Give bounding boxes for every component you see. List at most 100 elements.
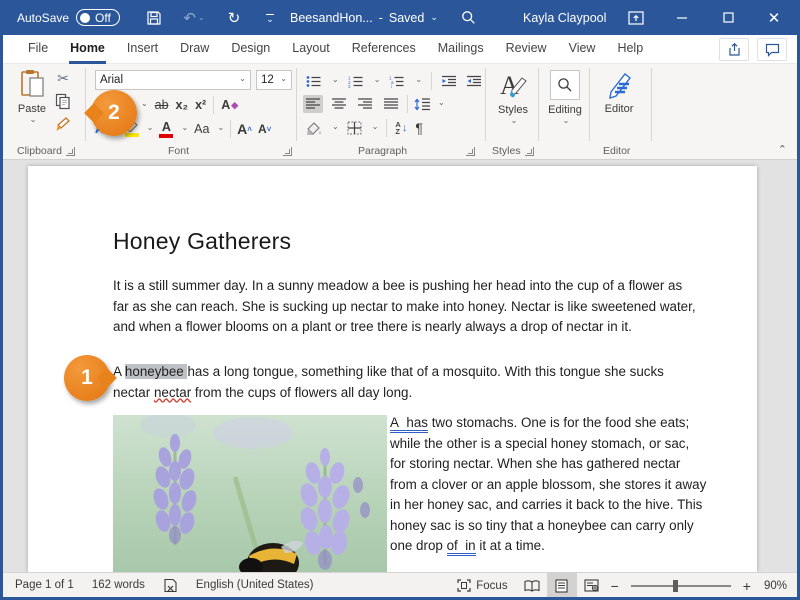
ribbon-display-options-icon[interactable]	[613, 0, 659, 35]
font-name-select[interactable]: Arial	[95, 70, 251, 90]
copy-icon[interactable]	[55, 93, 71, 110]
clipboard-group-label: Clipboard	[17, 145, 62, 157]
grammar-error-text-1[interactable]: A has	[390, 415, 428, 433]
focus-button[interactable]: Focus	[448, 573, 516, 598]
borders-button[interactable]	[347, 121, 362, 135]
read-mode-button[interactable]	[517, 573, 547, 598]
tab-insert[interactable]: Insert	[116, 35, 169, 64]
line-spacing-button[interactable]	[414, 98, 430, 111]
font-dialog-launcher[interactable]	[283, 147, 292, 156]
close-button[interactable]: ✕	[751, 0, 797, 35]
lavender-bee-photo[interactable]	[113, 415, 387, 572]
tab-design[interactable]: Design	[220, 35, 281, 64]
numbering-button[interactable]: 123	[348, 75, 363, 88]
font-size-chevron-icon	[278, 74, 287, 86]
highlight-chevron-icon[interactable]	[145, 123, 154, 135]
increase-indent-button[interactable]	[466, 75, 482, 87]
zoom-slider-thumb[interactable]	[673, 580, 678, 592]
justify-button[interactable]	[381, 95, 401, 113]
borders-chevron-icon[interactable]	[370, 122, 379, 134]
comments-button[interactable]	[757, 38, 787, 61]
align-right-button[interactable]	[355, 95, 375, 113]
font-color-chevron-icon[interactable]	[179, 123, 188, 135]
tab-layout[interactable]: Layout	[281, 35, 341, 64]
zoom-level[interactable]: 90%	[755, 573, 791, 598]
paste-button[interactable]: Paste	[12, 69, 52, 145]
font-size-select[interactable]: 12	[256, 70, 292, 90]
title-bar: AutoSave Off ↶⌄ ↻ ⌄ BeesandHon... - Save…	[3, 0, 797, 35]
group-divider	[85, 68, 86, 141]
user-name[interactable]: Kayla Claypool	[523, 11, 606, 25]
numbering-chevron-icon[interactable]	[372, 75, 381, 87]
change-case-chevron-icon[interactable]	[215, 123, 224, 135]
bullets-chevron-icon[interactable]	[330, 75, 339, 87]
tab-references[interactable]: References	[341, 35, 427, 64]
align-center-button[interactable]	[329, 95, 349, 113]
document-page[interactable]: Honey Gatherers It is a still summer day…	[28, 166, 757, 572]
customize-toolbar-icon[interactable]: ⌄	[257, 0, 283, 35]
grammar-error-text-2[interactable]: of in	[447, 538, 476, 556]
maximize-button[interactable]	[705, 0, 751, 35]
clipboard-dialog-launcher[interactable]	[66, 147, 75, 156]
paragraph-dialog-launcher[interactable]	[466, 147, 475, 156]
language-indicator[interactable]: English (United States)	[187, 573, 323, 598]
strikethrough-button[interactable]: ab	[155, 98, 169, 112]
proofing-errors-icon[interactable]	[154, 573, 187, 598]
shading-chevron-icon[interactable]	[330, 122, 339, 134]
styles-button[interactable]: A Styles	[491, 70, 535, 128]
document-title[interactable]: BeesandHon... - Saved ⌄	[290, 0, 438, 35]
zoom-out-button[interactable]: −	[607, 578, 623, 594]
collapse-ribbon-icon[interactable]: ⌃	[778, 143, 787, 156]
zoom-slider[interactable]	[631, 585, 731, 587]
line-spacing-chevron-icon[interactable]	[436, 98, 445, 110]
word-count[interactable]: 162 words	[83, 573, 154, 598]
undo-icon[interactable]: ↶⌄	[177, 0, 211, 35]
tab-review[interactable]: Review	[495, 35, 558, 64]
tab-mailings[interactable]: Mailings	[427, 35, 495, 64]
bullets-button[interactable]	[306, 75, 321, 88]
autosave-label: AutoSave	[17, 11, 69, 25]
font-color-button[interactable]: A	[159, 121, 173, 138]
autosave-toggle[interactable]: Off	[76, 9, 120, 26]
ribbon-tab-bar: File Home Insert Draw Design Layout Refe…	[3, 35, 797, 64]
grow-font-button[interactable]: A˄	[237, 121, 252, 137]
print-layout-button[interactable]	[547, 573, 577, 598]
subscript-button[interactable]: x₂	[176, 98, 189, 112]
tab-draw[interactable]: Draw	[169, 35, 220, 64]
search-icon[interactable]	[455, 0, 481, 35]
tab-help[interactable]: Help	[606, 35, 654, 64]
editing-button[interactable]: Editing	[544, 70, 586, 128]
document-heading: Honey Gatherers	[113, 228, 291, 255]
decrease-indent-button[interactable]	[441, 75, 457, 87]
styles-dialog-launcher[interactable]	[525, 147, 534, 156]
redo-icon[interactable]: ↻	[221, 0, 247, 35]
tab-file[interactable]: File	[17, 35, 59, 64]
spelling-error-text[interactable]: nectar	[154, 385, 191, 400]
multilevel-list-button[interactable]: 1ai	[389, 75, 404, 88]
show-hide-pilcrow-button[interactable]: ¶	[415, 120, 423, 136]
zoom-in-button[interactable]: +	[739, 578, 755, 594]
save-icon[interactable]	[141, 0, 167, 35]
page-indicator[interactable]: Page 1 of 1	[3, 573, 83, 598]
sort-button[interactable]: AZ ↓	[395, 121, 407, 135]
editor-button[interactable]: Editor	[597, 70, 641, 115]
ribbon: Paste ✂ Clipboard Arial 12 B I U ab x₂	[3, 64, 797, 160]
share-button[interactable]	[719, 38, 749, 61]
change-case-button[interactable]: Aa	[194, 122, 209, 136]
tab-home[interactable]: Home	[59, 35, 116, 64]
autosave-toggle-knob	[80, 13, 90, 23]
tab-view[interactable]: View	[558, 35, 607, 64]
format-painter-icon[interactable]	[55, 116, 71, 132]
styles-label: Styles	[498, 104, 528, 116]
shading-button[interactable]	[306, 121, 322, 135]
shrink-font-button[interactable]: A˅	[258, 122, 271, 136]
web-layout-button[interactable]	[577, 573, 607, 598]
minimize-button[interactable]	[659, 0, 705, 35]
align-left-button[interactable]	[303, 95, 323, 113]
superscript-button[interactable]: x²	[195, 98, 206, 112]
selected-text[interactable]: honeybee	[125, 364, 188, 379]
multilevel-chevron-icon[interactable]	[413, 75, 422, 87]
cut-icon[interactable]: ✂	[55, 70, 71, 87]
underline-chevron-icon[interactable]	[139, 99, 148, 111]
clear-formatting-button[interactable]: A◆	[221, 98, 238, 112]
